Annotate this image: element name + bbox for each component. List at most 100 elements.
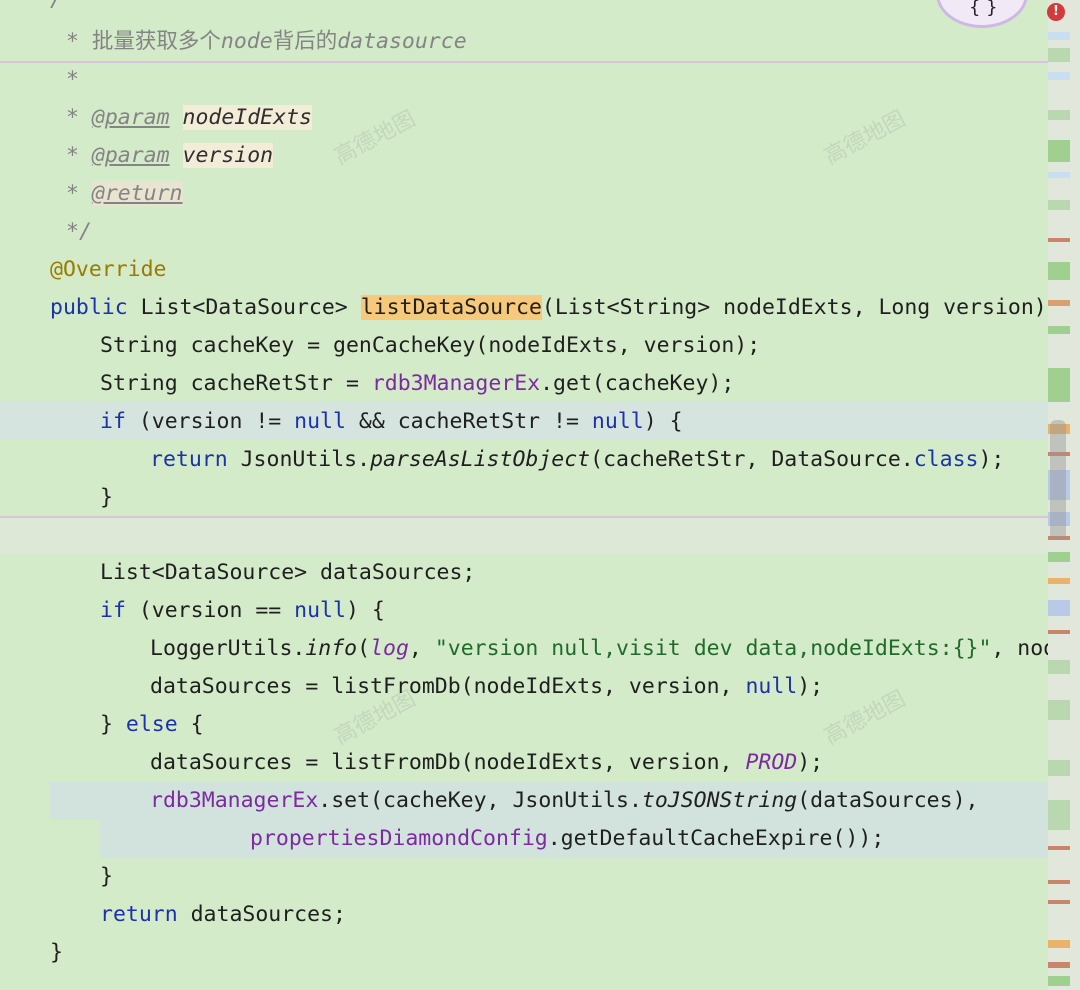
scroll-marker xyxy=(1048,630,1070,634)
scroll-marker xyxy=(1048,238,1070,242)
comment-text: * xyxy=(66,29,92,54)
code-text: } xyxy=(100,712,126,737)
comment-text: 批量获取多个 xyxy=(91,29,221,54)
code-text: ) { xyxy=(345,598,385,623)
code-text: ); xyxy=(978,447,1005,472)
code-line[interactable]: * xyxy=(66,61,79,99)
comment-text: * xyxy=(66,181,92,206)
scroll-marker xyxy=(1048,552,1070,562)
code-editor[interactable]: 高德地图 高德地图 高德地图 高德地图 /** * 批量获取多个node背后的d… xyxy=(0,0,1048,990)
keyword: if xyxy=(100,409,126,434)
return-type: List<DataSource> xyxy=(140,295,348,320)
code-line[interactable]: String cacheKey = genCacheKey(nodeIdExts… xyxy=(100,327,760,365)
code-line[interactable]: return JsonUtils.parseAsListObject(cache… xyxy=(150,441,1004,479)
param-name: nodeIdExts xyxy=(182,105,312,130)
scroll-marker xyxy=(1048,32,1070,40)
field-ref: propertiesDiamondConfig xyxy=(250,826,548,851)
code-line[interactable]: List<DataSource> dataSources; xyxy=(100,554,475,592)
comment-text: datasource xyxy=(337,29,467,54)
comment-text: 背后的 xyxy=(272,29,338,54)
keyword: public xyxy=(50,295,128,320)
code-text: ) { xyxy=(643,409,683,434)
code-text: dataSources = listFromDb(nodeIdExts, ver… xyxy=(150,750,746,775)
scroll-marker xyxy=(1048,48,1070,62)
code-text: ); xyxy=(797,674,824,699)
code-line[interactable]: */ xyxy=(66,213,92,251)
code-text: { xyxy=(177,712,204,737)
scroll-marker xyxy=(1048,72,1070,80)
comment-text: */ xyxy=(66,219,92,244)
scroll-marker xyxy=(1048,172,1070,178)
code-line[interactable]: @Override xyxy=(50,251,167,289)
closing-brace: } xyxy=(100,485,113,510)
code-text: .get(cacheKey); xyxy=(540,371,735,396)
scroll-marker xyxy=(1048,940,1070,948)
code-line[interactable]: } xyxy=(100,479,113,517)
scroll-marker xyxy=(1048,262,1070,280)
comment-text: * xyxy=(66,143,92,168)
code-text: ); xyxy=(797,750,824,775)
watermark: 高德地图 xyxy=(820,686,910,750)
field-ref: rdb3ManagerEx xyxy=(371,371,541,396)
method-name[interactable]: listDataSource xyxy=(360,295,542,320)
code-line[interactable]: propertiesDiamondConfig.getDefaultCacheE… xyxy=(250,820,884,858)
code-line[interactable]: } else { xyxy=(100,706,204,744)
code-line[interactable]: rdb3ManagerEx.set(cacheKey, JsonUtils.to… xyxy=(150,782,978,820)
scroll-marker xyxy=(1048,976,1070,986)
code-line[interactable]: } xyxy=(100,858,113,896)
constant-ref: PROD xyxy=(745,750,798,775)
code-text: String cacheRetStr = xyxy=(100,371,372,396)
scroll-marker xyxy=(1048,600,1070,616)
code-line[interactable]: return dataSources; xyxy=(100,896,346,934)
code-text: && cacheRetStr != xyxy=(345,409,592,434)
code-text: (dataSources), xyxy=(797,788,979,813)
field-ref: rdb3ManagerEx xyxy=(150,788,319,813)
error-icon[interactable]: ! xyxy=(1047,3,1065,21)
keyword: null xyxy=(745,674,798,699)
javadoc-tag: @param xyxy=(91,105,170,130)
scroll-marker xyxy=(1048,326,1070,334)
code-line[interactable]: * @return xyxy=(66,175,183,213)
code-line[interactable]: } xyxy=(50,934,63,972)
method-params: (List<String> nodeIdExts, Long version) … xyxy=(541,295,1048,320)
scroll-marker xyxy=(1048,846,1070,850)
scroll-marker xyxy=(1048,700,1070,720)
field-ref: log xyxy=(370,636,409,661)
keyword: return xyxy=(150,447,228,472)
scroll-marker xyxy=(1048,368,1070,402)
keyword: if xyxy=(100,598,126,623)
code-line[interactable]: /** xyxy=(50,0,89,19)
watermark: 高德地图 xyxy=(330,106,420,170)
keyword: else xyxy=(125,712,178,737)
code-text: JsonUtils. xyxy=(227,447,371,472)
javadoc-tag: @return xyxy=(91,181,183,206)
code-text: .set(cacheKey, JsonUtils. xyxy=(318,788,642,813)
scroll-marker xyxy=(1048,880,1070,884)
divider-line xyxy=(0,61,1048,63)
scroll-marker xyxy=(1048,760,1070,776)
comment-text: node xyxy=(220,29,273,54)
scroll-marker xyxy=(1048,800,1070,830)
code-line[interactable]: * 批量获取多个node背后的datasource xyxy=(66,23,467,61)
code-line[interactable]: dataSources = listFromDb(nodeIdExts, ver… xyxy=(150,668,823,706)
comment-text: * xyxy=(66,105,92,130)
code-text: , nod xyxy=(991,636,1048,661)
keyword: null xyxy=(294,598,346,623)
scroll-marker xyxy=(1048,300,1070,306)
code-text: dataSources = listFromDb(nodeIdExts, ver… xyxy=(150,674,746,699)
comment-text: * xyxy=(66,67,79,92)
code-line[interactable]: * @param version xyxy=(66,137,274,175)
keyword: null xyxy=(294,409,346,434)
code-line[interactable]: * @param nodeIdExts xyxy=(66,99,312,137)
code-line[interactable]: String cacheRetStr = rdb3ManagerEx.get(c… xyxy=(100,365,734,403)
code-line[interactable]: public List<DataSource> listDataSource(L… xyxy=(50,289,1048,327)
code-line[interactable]: dataSources = listFromDb(nodeIdExts, ver… xyxy=(150,744,823,782)
vertical-scrollbar-thumb[interactable] xyxy=(1050,420,1066,540)
code-line[interactable]: LoggerUtils.info(log, "version null,visi… xyxy=(150,630,1048,668)
code-line[interactable]: if (version != null && cacheRetStr != nu… xyxy=(100,403,683,441)
code-text: (version == xyxy=(125,598,295,623)
keyword: return xyxy=(100,902,178,927)
scroll-marker xyxy=(1048,140,1070,162)
code-text: LoggerUtils. xyxy=(150,636,306,661)
code-line[interactable]: if (version == null) { xyxy=(100,592,385,630)
